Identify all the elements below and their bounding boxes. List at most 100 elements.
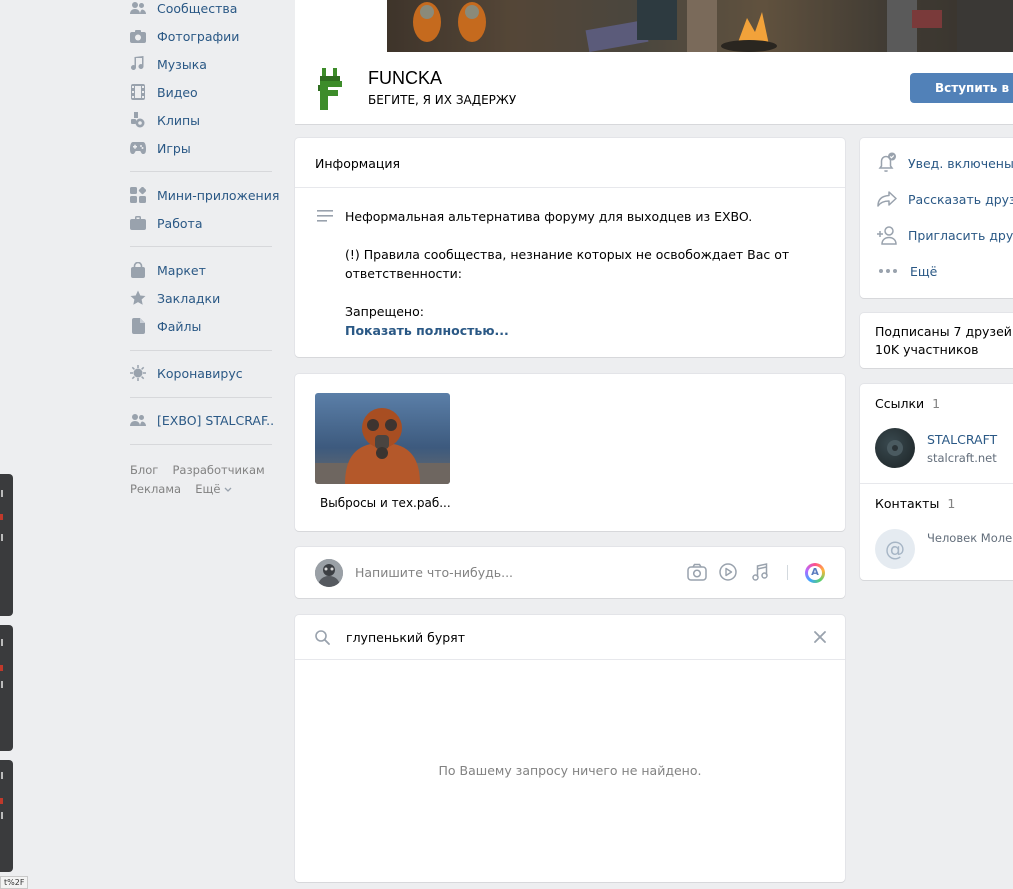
divider <box>860 483 1013 484</box>
shopping-bag-icon <box>130 262 146 278</box>
group-users-icon <box>130 412 146 428</box>
more-dots-icon <box>876 259 900 283</box>
avatar[interactable] <box>315 559 343 587</box>
sidebar-item-files[interactable]: Файлы <box>130 314 201 338</box>
contacts-count: 1 <box>947 496 956 511</box>
footer-more-label: Ещё <box>195 482 221 496</box>
sidebar-item-bookmarks[interactable]: Закладки <box>130 286 220 310</box>
group-status: БЕГИТЕ, Я ИХ ЗАДЕРЖУ <box>368 93 517 107</box>
apps-icon <box>130 187 146 203</box>
join-group-button[interactable]: Вступить в гр <box>910 73 1013 103</box>
background-window-strip <box>0 760 13 872</box>
sidebar-divider <box>130 246 272 247</box>
sidebar-item-communities[interactable]: Сообщества <box>130 0 237 20</box>
footer-more-link[interactable]: Ещё <box>195 482 232 496</box>
contact-name[interactable]: Человек Молек <box>927 531 1013 545</box>
sidebar-item-label: Маркет <box>157 262 206 278</box>
link-url: stalcraft.net <box>927 451 997 465</box>
wall-search-input[interactable]: глупенький бурят <box>346 630 465 645</box>
footer-developers-link[interactable]: Разработчикам <box>172 463 264 477</box>
star-icon <box>130 290 146 306</box>
followers-card[interactable]: Подписаны 7 друзей 10K участников <box>860 313 1013 368</box>
sidebar-item-coronavirus[interactable]: Коронавирус <box>130 361 243 385</box>
sidebar-divider <box>130 397 272 398</box>
gamepad-icon <box>130 140 146 156</box>
music-note-icon <box>130 56 146 72</box>
invite-friends-button[interactable]: Пригласить друзе <box>860 217 1013 253</box>
links-contacts-card: Ссылки 1 STALCRAFT stalcraft.net Контакт… <box>860 384 1013 580</box>
contact-avatar[interactable]: @ <box>875 529 915 569</box>
sidebar-item-video[interactable]: Видео <box>130 80 198 104</box>
sidebar-item-mini-apps[interactable]: Мини-приложения <box>130 183 279 207</box>
divider <box>295 659 845 660</box>
info-rules-line: ответственности: <box>345 266 462 281</box>
show-more-link[interactable]: Показать полностью... <box>345 323 509 338</box>
sidebar-item-games[interactable]: Игры <box>130 136 191 160</box>
sidebar-item-label: Сообщества <box>157 0 238 16</box>
bell-check-icon <box>876 151 898 175</box>
background-window-strip <box>0 474 13 616</box>
sidebar-item-work[interactable]: Работа <box>130 211 203 235</box>
file-icon <box>130 318 146 334</box>
sidebar-item-label: Мини-приложения <box>157 187 280 203</box>
poster-letter: A <box>808 566 822 580</box>
post-composer: Напишите что-нибудь... A <box>295 547 845 598</box>
sidebar-item-label: Игры <box>157 140 191 156</box>
composer-input[interactable]: Напишите что-нибудь... <box>355 565 513 580</box>
sidebar-item-label: [EXBO] STALCRAF.. <box>157 412 275 428</box>
members-count: 10K участников <box>875 342 979 357</box>
link-title[interactable]: STALCRAFT <box>927 432 997 447</box>
sidebar-item-label: Работа <box>157 215 203 231</box>
sidebar-divider <box>130 444 272 445</box>
virus-icon <box>130 365 146 381</box>
sidebar-item-label: Видео <box>157 84 198 100</box>
empty-search-message: По Вашему запросу ничего не найдено. <box>438 763 702 778</box>
sidebar-item-market[interactable]: Маркет <box>130 258 206 282</box>
info-description: Неформальная альтернатива форуму для вых… <box>345 209 753 224</box>
film-icon <box>130 84 146 100</box>
footer-ads-link[interactable]: Реклама <box>130 482 181 496</box>
group-actions-card: Увед. включены Рассказать друзь Пригласи… <box>860 138 1013 298</box>
attach-photo-icon[interactable] <box>687 563 707 585</box>
poster-art-icon[interactable]: A <box>805 563 825 583</box>
search-icon <box>315 630 330 649</box>
attach-music-icon[interactable] <box>752 563 768 585</box>
sidebar-item-photos[interactable]: Фотографии <box>130 24 239 48</box>
wall-search-card: глупенький бурят По Вашему запросу ничег… <box>295 615 845 882</box>
divider <box>787 565 788 580</box>
info-card: Информация Неформальная альтернатива фор… <box>295 138 845 357</box>
groups-icon <box>130 0 146 16</box>
share-arrow-icon <box>876 187 898 211</box>
attach-video-icon[interactable] <box>719 563 737 585</box>
sidebar-item-clips[interactable]: Клипы <box>130 108 200 132</box>
links-title: Ссылки <box>875 396 925 411</box>
action-label: Ещё <box>910 263 938 279</box>
add-person-icon <box>876 223 898 247</box>
clear-search-icon[interactable] <box>814 631 826 647</box>
link-thumbnail[interactable] <box>875 428 915 468</box>
sidebar-item-label: Коронавирус <box>157 365 243 381</box>
group-logo <box>317 68 345 110</box>
description-icon <box>317 210 333 226</box>
sidebar-divider <box>130 350 272 351</box>
sidebar-item-label: Закладки <box>157 290 221 306</box>
sidebar-footer: Блог Разработчикам <box>130 463 275 478</box>
chevron-down-icon <box>224 482 232 496</box>
notifications-toggle[interactable]: Увед. включены <box>860 145 1013 181</box>
footer-blog-link[interactable]: Блог <box>130 463 158 477</box>
info-title: Информация <box>315 156 401 171</box>
sidebar-item-label: Фотографии <box>157 28 240 44</box>
group-name: FUNCKA <box>368 68 443 88</box>
album-thumbnail[interactable] <box>315 393 450 484</box>
cover-image <box>387 0 1013 52</box>
albums-card: Выбросы и тех.раб... <box>295 374 845 531</box>
sidebar-item-stalcraft-group[interactable]: [EXBO] STALCRAF.. <box>130 408 274 432</box>
clips-icon <box>130 112 146 128</box>
contacts-header: Контакты 1 <box>875 496 955 511</box>
sidebar-item-music[interactable]: Музыка <box>130 52 207 76</box>
share-with-friends-button[interactable]: Рассказать друзь <box>860 181 1013 217</box>
more-actions-button[interactable]: Ещё <box>860 253 1013 289</box>
sidebar-divider <box>130 171 272 172</box>
album-caption[interactable]: Выбросы и тех.раб... <box>320 496 451 510</box>
sidebar-item-label: Музыка <box>157 56 207 72</box>
